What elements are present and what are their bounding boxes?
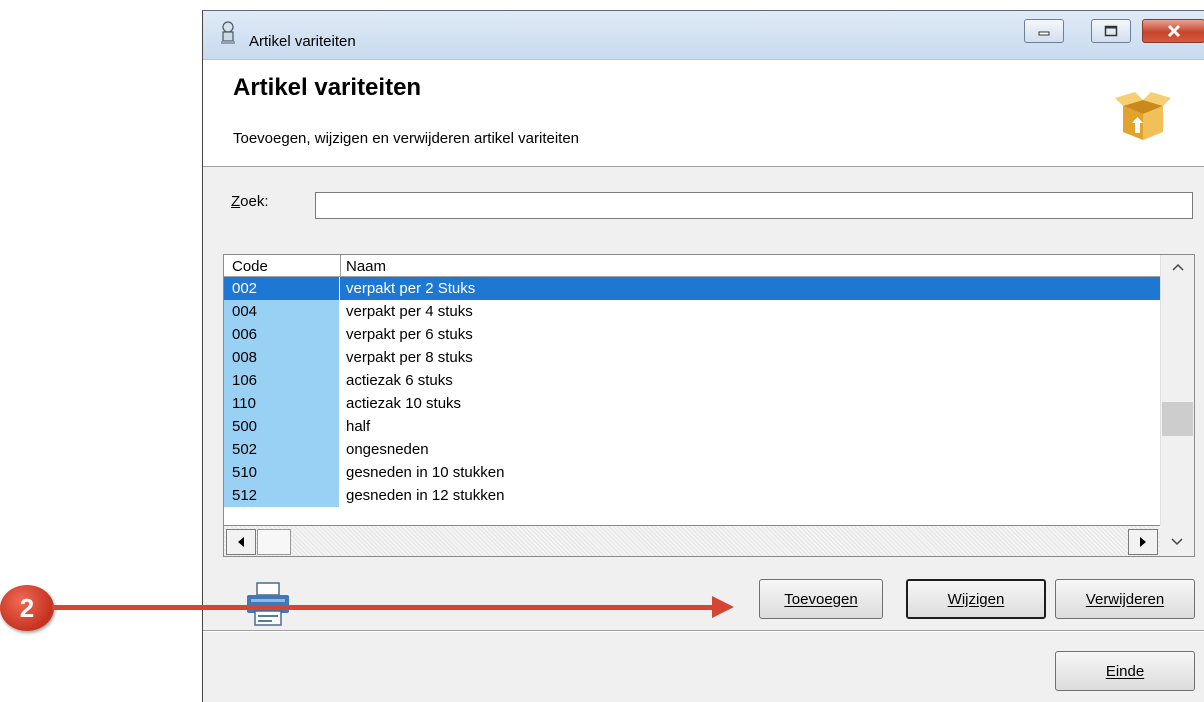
- column-separator[interactable]: [340, 255, 341, 277]
- table-row[interactable]: 502 ongesneden: [224, 438, 1160, 461]
- cell-naam: actiezak 6 stuks: [346, 372, 453, 389]
- cell-code: 110: [224, 392, 339, 415]
- scroll-left-button[interactable]: [226, 529, 256, 555]
- column-header-naam[interactable]: Naam: [346, 258, 386, 275]
- cell-naam: verpakt per 8 stuks: [346, 349, 473, 366]
- vertical-scrollbar[interactable]: [1160, 255, 1194, 525]
- annotation-arrow-line: [52, 605, 728, 610]
- page-subtitle: Toevoegen, wijzigen en verwijderen artik…: [233, 130, 580, 147]
- chevron-up-icon: [1172, 263, 1184, 271]
- cell-code: 006: [224, 323, 339, 346]
- annotation-badge: 2: [0, 585, 54, 631]
- search-input[interactable]: [315, 192, 1193, 219]
- triangle-left-icon: [238, 537, 244, 547]
- cell-naam: actiezak 10 stuks: [346, 395, 462, 412]
- cell-code: 002: [224, 277, 339, 300]
- maximize-icon: [1104, 25, 1118, 37]
- cell-naam: verpakt per 6 stuks: [346, 326, 473, 343]
- scroll-up-button[interactable]: [1161, 255, 1194, 279]
- footer-divider: [203, 630, 1204, 632]
- artikel-variteiten-window: Artikel variteiten Artikel variteiten To…: [202, 10, 1204, 702]
- page-title: Artikel variteiten: [233, 74, 422, 101]
- table-row[interactable]: 510 gesneden in 10 stukken: [224, 461, 1160, 484]
- dialog-header: Artikel variteiten Toevoegen, wijzigen e…: [203, 60, 1204, 167]
- table-header: Code Naam: [224, 255, 1160, 277]
- cell-code: 004: [224, 300, 339, 323]
- cell-code: 502: [224, 438, 339, 461]
- cell-naam: gesneden in 12 stukken: [346, 487, 505, 504]
- table-row[interactable]: 500 half: [224, 415, 1160, 438]
- cell-naam: verpakt per 4 stuks: [346, 303, 473, 320]
- cell-naam: gesneden in 10 stukken: [346, 464, 505, 481]
- verwijderen-button[interactable]: Verwijderen: [1055, 579, 1195, 619]
- horizontal-scrollbar[interactable]: [224, 525, 1160, 556]
- close-button[interactable]: [1142, 19, 1204, 43]
- table-row[interactable]: 002 verpakt per 2 Stuks: [224, 277, 1160, 300]
- table-row[interactable]: 106 actiezak 6 stuks: [224, 369, 1160, 392]
- cell-naam: half: [346, 418, 371, 435]
- table-row[interactable]: 004 verpakt per 4 stuks: [224, 300, 1160, 323]
- einde-button[interactable]: Einde: [1055, 651, 1195, 691]
- wijzigen-button[interactable]: Wijzigen: [906, 579, 1046, 619]
- table-row[interactable]: 006 verpakt per 6 stuks: [224, 323, 1160, 346]
- cell-naam: ongesneden: [346, 441, 429, 458]
- search-label: Zoek:: [231, 193, 269, 210]
- cell-code: 510: [224, 461, 339, 484]
- cell-code: 500: [224, 415, 339, 438]
- scroll-right-button[interactable]: [1128, 529, 1158, 555]
- window-title: Artikel variteiten: [249, 33, 356, 50]
- column-header-code[interactable]: Code: [232, 258, 268, 275]
- horizontal-scroll-thumb[interactable]: [257, 529, 291, 555]
- cell-naam: verpakt per 2 Stuks: [340, 277, 1160, 300]
- toevoegen-button[interactable]: Toevoegen: [759, 579, 883, 619]
- cell-code: 008: [224, 346, 339, 369]
- close-icon: [1167, 24, 1180, 38]
- minimize-icon: [1038, 31, 1050, 36]
- cell-code: 106: [224, 369, 339, 392]
- triangle-right-icon: [1140, 537, 1146, 547]
- chevron-down-icon: [1171, 537, 1183, 545]
- table-row[interactable]: 008 verpakt per 8 stuks: [224, 346, 1160, 369]
- box-icon: [1115, 92, 1171, 140]
- printer-icon[interactable]: [243, 581, 293, 627]
- cell-code: 512: [224, 484, 339, 507]
- scroll-down-button[interactable]: [1160, 525, 1194, 556]
- table-row[interactable]: 512 gesneden in 12 stukken: [224, 484, 1160, 507]
- annotation-arrow-head: [712, 596, 734, 618]
- table-row[interactable]: 110 actiezak 10 stuks: [224, 392, 1160, 415]
- app-icon: [221, 21, 235, 44]
- vertical-scroll-thumb[interactable]: [1162, 402, 1193, 436]
- varieties-table: Code Naam 002 verpakt per 2 Stuks 004 ve…: [223, 254, 1195, 557]
- title-bar: Artikel variteiten: [203, 11, 1204, 60]
- minimize-button[interactable]: [1024, 19, 1064, 43]
- maximize-button[interactable]: [1091, 19, 1131, 43]
